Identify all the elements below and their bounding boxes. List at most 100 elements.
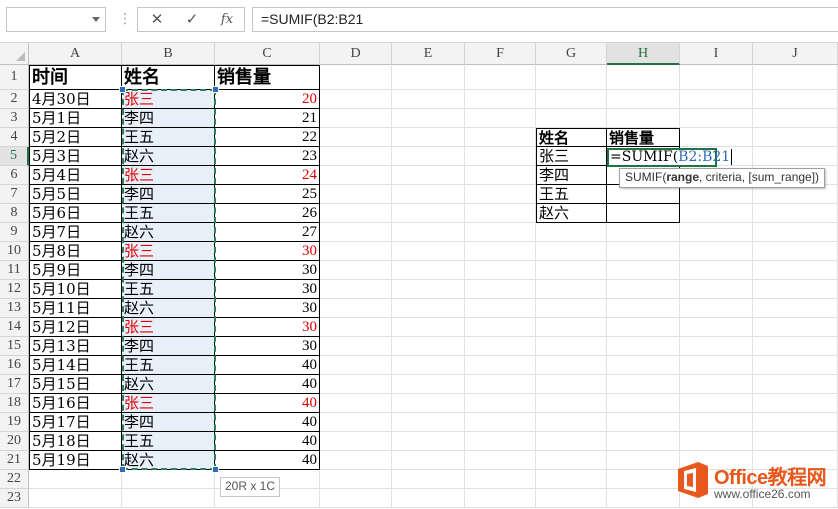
- row-header-15[interactable]: 15: [0, 337, 29, 356]
- column-header-e[interactable]: E: [392, 43, 465, 65]
- column-header-b[interactable]: B: [122, 43, 215, 65]
- column-header-j[interactable]: J: [753, 43, 838, 65]
- cell-g11[interactable]: [536, 261, 607, 280]
- row-header-16[interactable]: 16: [0, 356, 29, 375]
- row-header-7[interactable]: 7: [0, 185, 29, 204]
- cell-b22[interactable]: [122, 470, 215, 489]
- cell-e3[interactable]: [392, 109, 465, 128]
- cell-j1[interactable]: [753, 65, 838, 90]
- table1-qty-cell[interactable]: 23: [215, 147, 320, 166]
- table1-date-cell[interactable]: 5月16日: [29, 394, 122, 413]
- cell-g2[interactable]: [536, 90, 607, 109]
- table1-date-cell[interactable]: 5月14日: [29, 356, 122, 375]
- cell-d11[interactable]: [320, 261, 392, 280]
- cell-d12[interactable]: [320, 280, 392, 299]
- table1-date-cell[interactable]: 5月6日: [29, 204, 122, 223]
- table1-date-cell[interactable]: 5月7日: [29, 223, 122, 242]
- table1-name-cell[interactable]: 李四: [122, 413, 215, 432]
- table2-name-cell[interactable]: 赵六: [536, 204, 607, 223]
- cell-i13[interactable]: [680, 299, 753, 318]
- row-header-23[interactable]: 23: [0, 489, 29, 508]
- row-header-1[interactable]: 1: [0, 65, 29, 90]
- cell-d9[interactable]: [320, 223, 392, 242]
- table1-date-cell[interactable]: 5月3日: [29, 147, 122, 166]
- table1-qty-cell[interactable]: 40: [215, 375, 320, 394]
- cell-i19[interactable]: [680, 413, 753, 432]
- cell-f23[interactable]: [465, 489, 536, 508]
- name-box[interactable]: [6, 7, 106, 32]
- formula-input[interactable]: =SUMIF(B2:B21: [252, 7, 838, 32]
- cell-g12[interactable]: [536, 280, 607, 299]
- cell-j16[interactable]: [753, 356, 838, 375]
- row-header-8[interactable]: 8: [0, 204, 29, 223]
- table1-name-cell[interactable]: 张三: [122, 90, 215, 109]
- cell-h11[interactable]: [607, 261, 680, 280]
- column-header-i[interactable]: I: [680, 43, 753, 65]
- cell-h12[interactable]: [607, 280, 680, 299]
- cell-e17[interactable]: [392, 375, 465, 394]
- cell-a23[interactable]: [29, 489, 122, 508]
- table1-name-cell[interactable]: 张三: [122, 394, 215, 413]
- cell-d23[interactable]: [320, 489, 392, 508]
- table1-date-cell[interactable]: 5月9日: [29, 261, 122, 280]
- cell-f7[interactable]: [465, 185, 536, 204]
- cell-f14[interactable]: [465, 318, 536, 337]
- table1-qty-cell[interactable]: 40: [215, 413, 320, 432]
- column-header-h[interactable]: H: [607, 43, 680, 65]
- cell-d7[interactable]: [320, 185, 392, 204]
- cell-i10[interactable]: [680, 242, 753, 261]
- drag-handle-icon[interactable]: ⋮: [118, 10, 132, 28]
- column-header-a[interactable]: A: [29, 43, 122, 65]
- row-header-14[interactable]: 14: [0, 318, 29, 337]
- cell-i9[interactable]: [680, 223, 753, 242]
- cell-f8[interactable]: [465, 204, 536, 223]
- chevron-down-icon[interactable]: [92, 17, 100, 22]
- cell-d16[interactable]: [320, 356, 392, 375]
- cancel-icon[interactable]: ✕: [140, 8, 174, 31]
- range-handle-top-left[interactable]: [119, 86, 126, 93]
- cell-f6[interactable]: [465, 166, 536, 185]
- cell-f17[interactable]: [465, 375, 536, 394]
- cell-g19[interactable]: [536, 413, 607, 432]
- cell-i12[interactable]: [680, 280, 753, 299]
- cell-j11[interactable]: [753, 261, 838, 280]
- table1-date-cell[interactable]: 5月11日: [29, 299, 122, 318]
- cell-i18[interactable]: [680, 394, 753, 413]
- cell-j13[interactable]: [753, 299, 838, 318]
- table1-date-cell[interactable]: 5月15日: [29, 375, 122, 394]
- column-header-c[interactable]: C: [215, 43, 320, 65]
- function-tooltip[interactable]: SUMIF(range, criteria, [sum_range]): [619, 168, 826, 188]
- table2-name-cell[interactable]: 张三: [536, 147, 607, 166]
- cell-h15[interactable]: [607, 337, 680, 356]
- row-header-13[interactable]: 13: [0, 299, 29, 318]
- table1-qty-cell[interactable]: 30: [215, 337, 320, 356]
- row-header-5[interactable]: 5: [0, 147, 29, 166]
- cell-d15[interactable]: [320, 337, 392, 356]
- cell-i4[interactable]: [680, 128, 753, 147]
- cell-e16[interactable]: [392, 356, 465, 375]
- cell-h13[interactable]: [607, 299, 680, 318]
- cell-f5[interactable]: [465, 147, 536, 166]
- cell-e6[interactable]: [392, 166, 465, 185]
- cell-f20[interactable]: [465, 432, 536, 451]
- cell-h21[interactable]: [607, 451, 680, 470]
- cell-d20[interactable]: [320, 432, 392, 451]
- cell-d5[interactable]: [320, 147, 392, 166]
- cell-e23[interactable]: [392, 489, 465, 508]
- table1-qty-cell[interactable]: 40: [215, 451, 320, 470]
- row-header-6[interactable]: 6: [0, 166, 29, 185]
- table1-name-cell[interactable]: 张三: [122, 242, 215, 261]
- cell-i8[interactable]: [680, 204, 753, 223]
- cell-d14[interactable]: [320, 318, 392, 337]
- cell-h16[interactable]: [607, 356, 680, 375]
- table1-qty-cell[interactable]: 30: [215, 242, 320, 261]
- cell-j3[interactable]: [753, 109, 838, 128]
- cell-f13[interactable]: [465, 299, 536, 318]
- table1-header-qty[interactable]: 销售量: [215, 65, 320, 90]
- row-header-22[interactable]: 22: [0, 470, 29, 489]
- cell-i20[interactable]: [680, 432, 753, 451]
- cell-e4[interactable]: [392, 128, 465, 147]
- cell-j9[interactable]: [753, 223, 838, 242]
- table2-header-qty[interactable]: 销售量: [607, 128, 680, 147]
- cell-e1[interactable]: [392, 65, 465, 90]
